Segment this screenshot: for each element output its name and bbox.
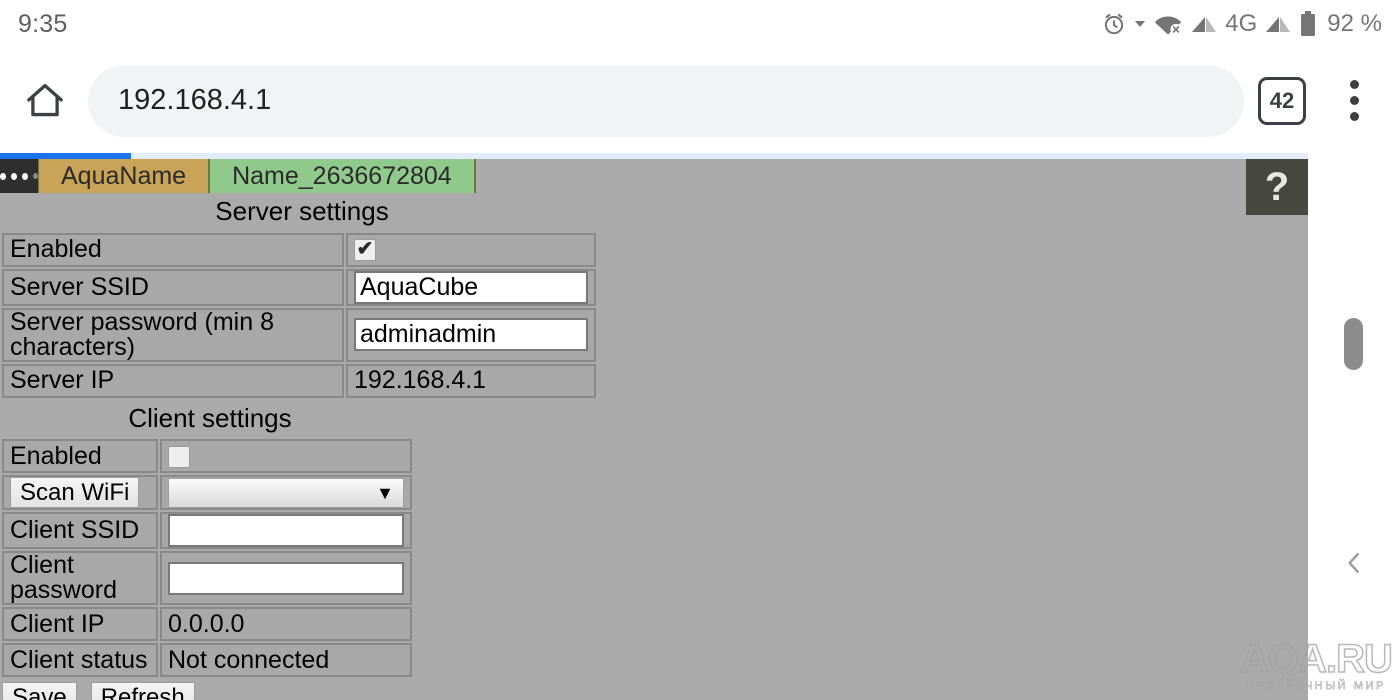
chevron-left-icon[interactable] <box>1336 545 1372 581</box>
android-status-bar: 9:35 4G 92 % <box>0 0 1400 48</box>
scan-wifi-cell: Scan WiFi <box>2 475 158 511</box>
client-ip-label: Client IP <box>2 607 158 642</box>
table-row: Enabled <box>2 439 412 474</box>
table-row: Server IP 192.168.4.1 <box>2 363 596 398</box>
menu-dot <box>1349 80 1359 89</box>
server-settings-table: Enabled ✔ Server SSID Server password (m… <box>0 231 598 400</box>
server-settings-title: Server settings <box>215 196 389 226</box>
menu-dot <box>10 172 17 180</box>
client-enabled-label: Enabled <box>2 439 158 474</box>
client-ip-value: 0.0.0.0 <box>160 607 412 642</box>
table-row: Server SSID <box>2 268 596 306</box>
network-select[interactable]: ▼ <box>168 477 404 508</box>
network-type-label: 4G <box>1225 10 1258 37</box>
server-ip-label: Server IP <box>2 363 344 398</box>
table-row: Client SSID <box>2 512 412 550</box>
signal-icon <box>1190 11 1218 37</box>
tab-count-label: 42 <box>1269 87 1295 113</box>
server-enabled-checkbox[interactable]: ✔ <box>354 238 376 262</box>
client-ssid-cell <box>160 512 412 550</box>
table-row: Enabled ✔ <box>2 232 596 267</box>
client-password-input[interactable] <box>168 561 404 595</box>
menu-dot <box>21 172 28 180</box>
page-tab-device-name[interactable]: Name_2636672804 <box>210 159 476 193</box>
url-text: 192.168.4.1 <box>118 84 272 116</box>
menu-dot <box>32 173 39 179</box>
client-enabled-checkbox[interactable] <box>168 446 190 469</box>
network-select-cell: ▼ <box>160 475 412 511</box>
server-password-input[interactable] <box>354 318 588 352</box>
browser-toolbar: 192.168.4.1 42 <box>0 48 1400 153</box>
client-status-value: Not connected <box>160 643 412 678</box>
server-ssid-cell <box>346 268 596 306</box>
table-row: Server password (min 8 characters) <box>2 307 596 362</box>
server-password-label: Server password (min 8 characters) <box>2 307 344 362</box>
server-enabled-label: Enabled <box>2 232 344 267</box>
checkmark-icon: ✔ <box>356 238 374 261</box>
server-ssid-label: Server SSID <box>2 268 344 306</box>
home-icon[interactable] <box>14 70 76 132</box>
address-bar[interactable]: 192.168.4.1 <box>88 64 1244 137</box>
client-enabled-cell <box>160 439 412 474</box>
client-ssid-input[interactable] <box>168 514 404 548</box>
page-tab-strip: AquaName Name_2636672804 <box>0 159 476 193</box>
table-row: Client password <box>2 551 412 606</box>
alarm-icon <box>1101 11 1127 37</box>
battery-icon <box>1299 10 1317 38</box>
client-status-label: Client status <box>2 643 158 678</box>
status-clock: 9:35 <box>18 9 68 38</box>
client-ssid-label: Client SSID <box>2 512 158 550</box>
scan-wifi-button[interactable]: Scan WiFi <box>10 477 140 509</box>
tab-switcher-button[interactable]: 42 <box>1258 76 1306 125</box>
server-ssid-input[interactable] <box>354 270 588 304</box>
client-password-cell <box>160 551 412 606</box>
client-settings-title: Client settings <box>128 402 292 433</box>
client-settings-table: Enabled Scan WiFi ▼ Client SSID Client p… <box>0 437 414 679</box>
chevron-down-icon: ▼ <box>376 482 394 503</box>
server-password-cell <box>346 307 596 362</box>
overflow-menu-icon[interactable] <box>1336 75 1372 127</box>
client-password-label: Client password <box>2 551 158 606</box>
server-enabled-cell: ✔ <box>346 232 596 267</box>
dropdown-caret-icon <box>1134 18 1146 30</box>
menu-dot <box>1349 112 1359 121</box>
save-button[interactable]: Save <box>2 682 77 700</box>
action-button-row: Save Refresh <box>0 679 1308 700</box>
table-row: Scan WiFi ▼ <box>2 475 412 511</box>
refresh-button[interactable]: Refresh <box>90 682 195 700</box>
page-menu-button[interactable] <box>0 159 39 193</box>
status-icon-tray: 4G 92 % <box>1101 10 1382 38</box>
menu-dot <box>0 172 6 180</box>
table-row: Client status Not connected <box>2 643 412 678</box>
battery-percent-label: 92 % <box>1327 10 1382 37</box>
menu-dot <box>1349 96 1359 105</box>
page-content: Server settings Enabled ✔ Server SSID Se… <box>0 193 1308 700</box>
page-tab-aquaname[interactable]: AquaName <box>39 159 211 193</box>
server-ip-value: 192.168.4.1 <box>346 363 596 398</box>
web-page-viewport: AquaName Name_2636672804 ? Server settin… <box>0 159 1308 700</box>
vertical-scrollbar-thumb[interactable] <box>1344 318 1363 370</box>
wifi-off-icon <box>1153 11 1183 37</box>
signal-icon <box>1264 11 1292 37</box>
table-row: Client IP 0.0.0.0 <box>2 607 412 642</box>
